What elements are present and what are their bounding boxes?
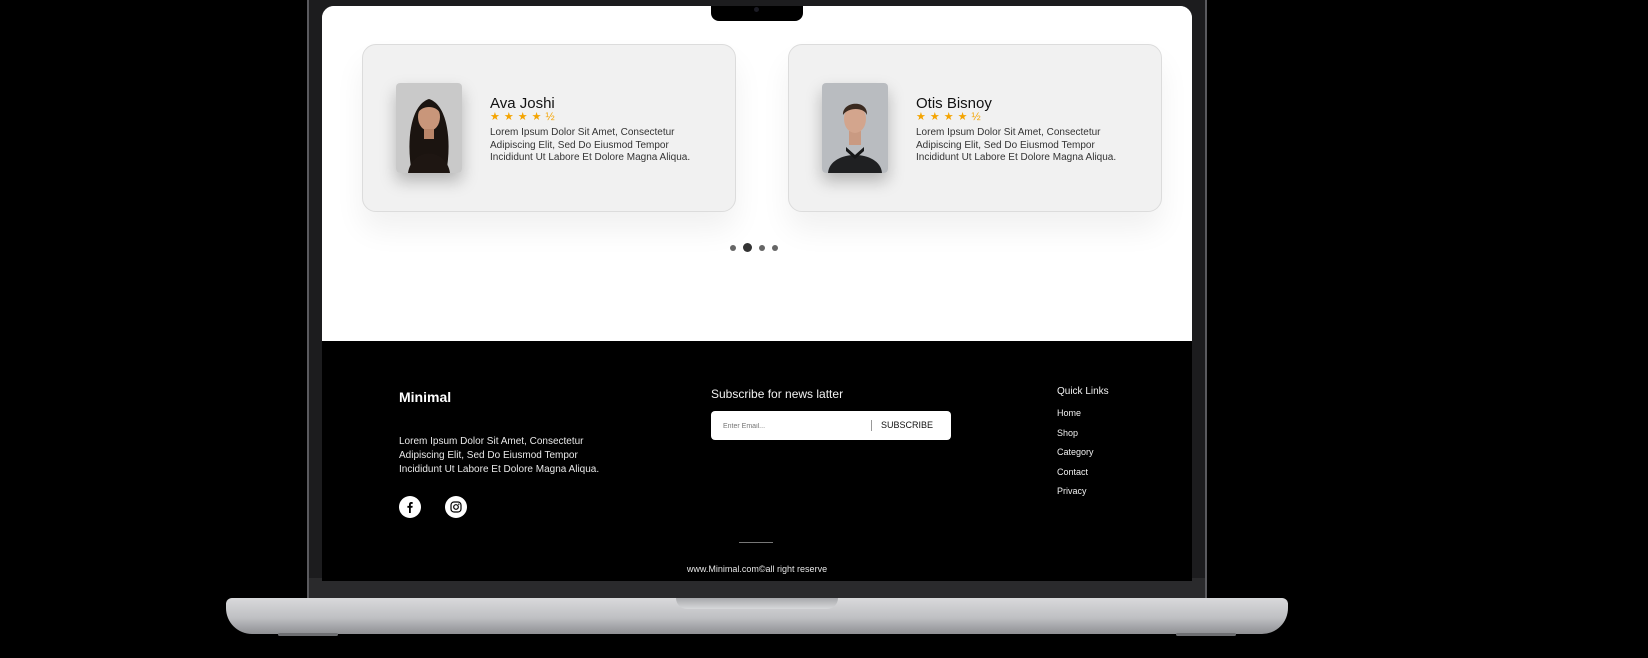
subscribe-button[interactable]: SUBSCRIBE: [881, 411, 933, 440]
avatar-otis-bisnoy: [822, 83, 888, 173]
quick-link-home[interactable]: Home: [1057, 408, 1094, 428]
avatar-ava-joshi: [396, 83, 462, 173]
carousel-dot-3[interactable]: [759, 244, 765, 251]
facebook-icon[interactable]: [399, 496, 421, 518]
laptop-foot-right: [1176, 633, 1236, 636]
laptop-base-notch: [676, 598, 838, 609]
footer-divider: [739, 542, 773, 543]
footer-brand-logo[interactable]: Minimal: [399, 389, 451, 405]
carousel-dot-2[interactable]: [743, 243, 752, 252]
quick-link-shop[interactable]: Shop: [1057, 428, 1094, 448]
email-input[interactable]: [721, 418, 845, 435]
laptop-foot-left: [278, 633, 338, 636]
copyright-text: www.Minimal.com©all right reserve: [686, 564, 828, 574]
carousel-dot-4[interactable]: [772, 244, 778, 251]
testimonial-quote: Lorem Ipsum Dolor Sit Amet, Consectetur …: [490, 127, 691, 163]
carousel-pagination: [730, 243, 778, 252]
instagram-icon[interactable]: [445, 496, 467, 518]
quick-links-list: Home Shop Category Contact Privacy: [1057, 408, 1094, 506]
quick-links-heading: Quick Links: [1057, 386, 1109, 397]
camera-notch: [711, 6, 803, 21]
quick-link-category[interactable]: Category: [1057, 447, 1094, 467]
subscribe-heading: Subscribe for news latter: [711, 387, 844, 401]
laptop-bottom-bezel: [309, 578, 1205, 598]
rating-stars: ★★★★½: [916, 111, 985, 123]
testimonials-section: Ava Joshi ★★★★½ Lorem Ipsum Dolor Sit Am…: [322, 6, 1192, 341]
rating-stars: ★★★★½: [490, 111, 559, 123]
input-divider: [871, 420, 872, 431]
carousel-dot-1[interactable]: [730, 244, 736, 251]
camera-icon: [754, 7, 759, 12]
quick-link-privacy[interactable]: Privacy: [1057, 486, 1094, 506]
testimonial-card: Ava Joshi ★★★★½ Lorem Ipsum Dolor Sit Am…: [362, 44, 736, 212]
laptop-screen: Ava Joshi ★★★★½ Lorem Ipsum Dolor Sit Am…: [322, 6, 1192, 581]
testimonial-quote: Lorem Ipsum Dolor Sit Amet, Consectetur …: [916, 127, 1117, 163]
quick-link-contact[interactable]: Contact: [1057, 467, 1094, 487]
footer-about-text: Lorem Ipsum Dolor Sit Amet, Consectetur …: [399, 436, 600, 475]
testimonial-card: Otis Bisnoy ★★★★½ Lorem Ipsum Dolor Sit …: [788, 44, 1162, 212]
site-footer: Minimal Lorem Ipsum Dolor Sit Amet, Cons…: [322, 341, 1192, 581]
subscribe-form: SUBSCRIBE: [711, 411, 951, 440]
